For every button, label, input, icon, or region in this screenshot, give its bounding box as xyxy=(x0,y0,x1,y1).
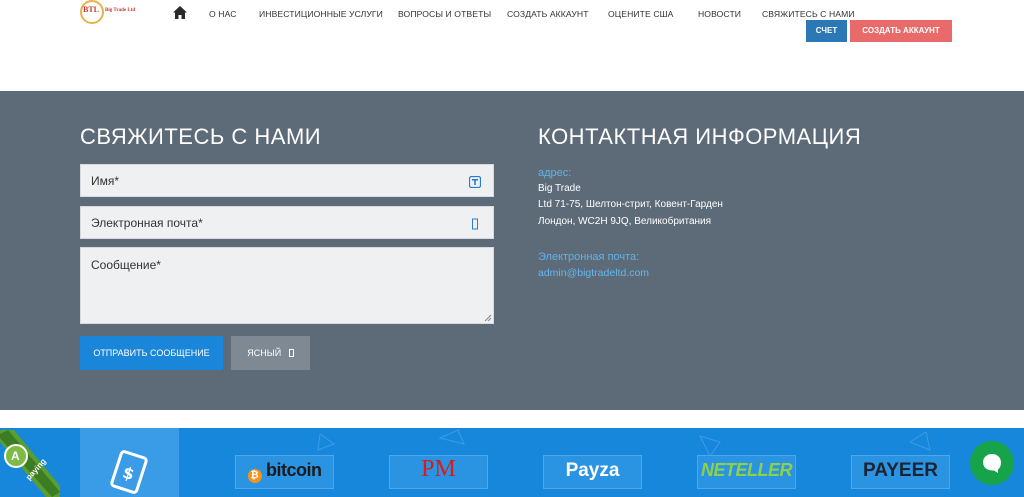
account-button[interactable]: СЧЕТ xyxy=(806,20,847,42)
svg-text:$: $ xyxy=(120,463,136,485)
nav-item-investment[interactable]: ИНВЕСТИЦИОННЫЕ УСЛУГИ xyxy=(259,9,383,19)
neteller-logo: NETELLER xyxy=(697,455,796,489)
name-placeholder: Имя* xyxy=(91,174,120,188)
email-label: Электронная почта: xyxy=(538,251,640,263)
clear-label: ЯСНЫЙ xyxy=(247,348,282,358)
logo-name: Big Trade Ltd xyxy=(105,8,136,13)
nav-item-faq[interactable]: ВОПРОСЫ И ОТВЕТЫ xyxy=(398,9,491,19)
send-message-button[interactable]: ОТПРАВИТЬ СООБЩЕНИЕ xyxy=(80,336,223,370)
badge-letter: A xyxy=(11,449,20,463)
bitcoin-logo: ₿ bitcoin xyxy=(235,455,334,489)
email-placeholder: Электронная почта* xyxy=(91,216,203,230)
nav-item-create-account[interactable]: СОЗДАТЬ АККАУНТ xyxy=(507,9,589,19)
chat-button[interactable] xyxy=(970,441,1014,485)
email-field[interactable]: Электронная почта* xyxy=(80,206,494,239)
envelope-icon xyxy=(472,218,478,230)
clear-icon xyxy=(288,349,294,357)
nav-item-news[interactable]: НОВОСТИ xyxy=(698,9,741,19)
email-link[interactable]: admin@bigtradeltd.com xyxy=(538,267,649,279)
contact-section: СВЯЖИТЕСЬ С НАМИ КОНТАКТНАЯ ИНФОРМАЦИЯ И… xyxy=(0,91,1024,410)
nav-item-about[interactable]: О НАС xyxy=(209,9,237,19)
address-line-2: Ltd 71-75, Шелтон-стрит, Ковент-Гарден xyxy=(538,199,723,210)
message-field[interactable]: Сообщение* xyxy=(80,247,494,324)
nav-item-rate[interactable]: ОЦЕНИТЕ США xyxy=(608,9,673,19)
paying-badge[interactable]: A paying xyxy=(0,430,60,497)
address-label: адрес: xyxy=(538,167,572,179)
address-line-1: Big Trade xyxy=(538,183,581,194)
payment-card: $ xyxy=(80,428,179,497)
logo-abbr: BTL xyxy=(83,5,100,14)
create-account-button[interactable]: СОЗДАТЬ АККАУНТ xyxy=(850,20,952,42)
message-placeholder: Сообщение* xyxy=(91,258,161,272)
site-header: BTL Big Trade Ltd О НАС ИНВЕСТИЦИОННЫЕ У… xyxy=(0,0,1024,91)
address-line-3: Лондон, WC2H 9JQ, Великобритания xyxy=(538,216,712,227)
logo[interactable]: BTL Big Trade Ltd xyxy=(80,0,142,24)
payeer-logo: PAYEER xyxy=(851,455,950,489)
name-field[interactable]: Имя* xyxy=(80,164,494,197)
perfect-money-logo: PM xyxy=(389,455,488,489)
payment-methods-strip: $ ₿ bitcoin PM Payza NETELLER PAYEER xyxy=(0,428,1024,497)
home-icon[interactable] xyxy=(172,5,188,20)
payza-logo: Payza xyxy=(543,455,642,489)
chat-bubble-icon xyxy=(983,454,1001,473)
nav-item-contact[interactable]: СВЯЖИТЕСЬ С НАМИ xyxy=(762,9,855,19)
user-icon xyxy=(469,176,481,188)
contact-info-title: КОНТАКТНАЯ ИНФОРМАЦИЯ xyxy=(538,124,862,149)
contact-title: СВЯЖИТЕСЬ С НАМИ xyxy=(80,124,322,149)
bitcoin-coin-icon: ₿ xyxy=(247,469,262,483)
clear-button[interactable]: ЯСНЫЙ xyxy=(231,336,310,370)
money-icon: $ xyxy=(110,450,148,494)
resize-handle-icon[interactable] xyxy=(484,314,492,322)
